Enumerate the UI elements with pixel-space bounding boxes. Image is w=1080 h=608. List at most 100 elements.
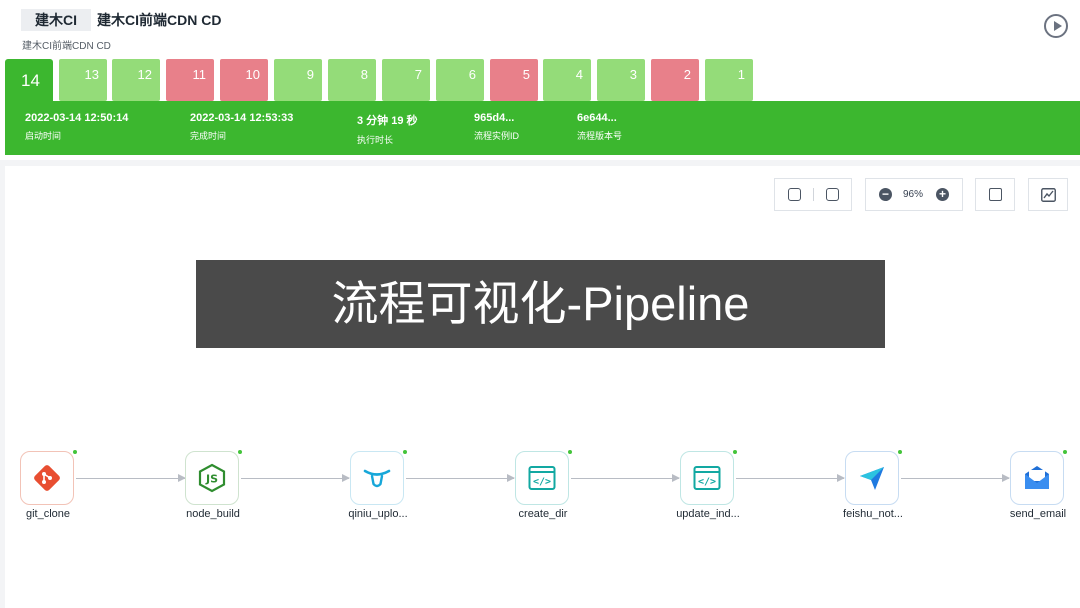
run-tab-4[interactable]: 4: [543, 59, 591, 101]
edge-6: [901, 474, 1010, 482]
node-send-email[interactable]: send_email: [1010, 450, 1067, 520]
email-icon: [1025, 466, 1049, 489]
edge-1: [76, 474, 186, 482]
node-status-dot: [733, 450, 737, 454]
edge-4: [571, 474, 680, 482]
pipeline-canvas[interactable]: [5, 166, 1080, 608]
run-number: 3: [629, 67, 637, 82]
run-tab-3[interactable]: 3: [597, 59, 645, 101]
start-time-label: 启动时间: [25, 131, 62, 141]
nodejs-icon: JS: [198, 463, 226, 493]
node-status-dot: [898, 450, 902, 454]
node-feishu-notify[interactable]: feishu_not...: [843, 450, 903, 520]
play-circle-icon[interactable]: [1044, 14, 1068, 38]
line-chart-icon: [1041, 188, 1056, 202]
node-status-dot: [568, 450, 572, 454]
node-status-dot: [238, 450, 242, 454]
project-name[interactable]: 建木CI: [21, 9, 91, 31]
svg-text:</>: </>: [698, 477, 716, 488]
run-tab-12[interactable]: 12: [112, 59, 160, 101]
run-tab-6[interactable]: 6: [436, 59, 484, 101]
run-number: 4: [575, 67, 583, 82]
end-time: 2022-03-14 12:53:33 完成时间: [190, 112, 293, 142]
git-icon: [34, 465, 60, 491]
run-tab-7[interactable]: 7: [382, 59, 430, 101]
run-number: 1: [737, 67, 745, 82]
edge-5: [736, 474, 845, 482]
end-time-label: 完成时间: [190, 131, 227, 141]
run-tab-10[interactable]: 10: [220, 59, 268, 101]
paper-plane-icon: [860, 467, 884, 490]
version-id-label: 流程版本号: [577, 131, 623, 141]
log-button[interactable]: [975, 178, 1015, 211]
header: 建木CI 建木CI前端CDN CD 建木CI前端CDN CD 14 13 12 …: [0, 0, 1080, 160]
zoom-level: 96%: [903, 189, 924, 200]
start-time-value: 2022-03-14 12:50:14: [25, 112, 129, 124]
run-tab-11[interactable]: 11: [166, 59, 214, 101]
run-number: 7: [414, 67, 422, 82]
node-node-build[interactable]: JS node_build: [185, 450, 242, 520]
node-status-dot: [73, 450, 77, 454]
node-status-dot: [403, 450, 407, 454]
node-label: send_email: [1009, 508, 1067, 520]
end-time-value: 2022-03-14 12:53:33: [190, 112, 294, 124]
node-create-dir[interactable]: </> create_dir: [515, 450, 572, 520]
overlay-banner: 流程可视化-Pipeline: [196, 260, 885, 348]
svg-text:JS: JS: [205, 473, 218, 486]
toolbar-divider: [813, 188, 814, 201]
duration: 3 分钟 19 秒 执行时长: [357, 112, 418, 146]
node-status-dot: [1063, 450, 1067, 454]
fit-screen-icon[interactable]: [788, 188, 801, 201]
view-toolbar: [774, 178, 852, 211]
run-number: 6: [468, 67, 476, 82]
run-number: 11: [192, 67, 207, 82]
run-number: 10: [245, 67, 260, 82]
plus-circle-icon[interactable]: +: [936, 188, 949, 201]
svg-text:</>: </>: [533, 477, 551, 488]
pipeline-name: 建木CI前端CDN CD: [97, 12, 222, 28]
pipeline-subtitle: 建木CI前端CDN CD: [22, 41, 111, 52]
run-number: 8: [360, 67, 368, 82]
minus-circle-icon[interactable]: −: [879, 188, 892, 201]
document-icon: [989, 188, 1002, 201]
run-tab-13[interactable]: 13: [59, 59, 107, 101]
chart-button[interactable]: [1028, 178, 1068, 211]
node-update-index[interactable]: </> update_ind...: [676, 450, 740, 520]
edge-2: [241, 474, 350, 482]
run-number: 9: [306, 67, 314, 82]
instance-id-value[interactable]: 965d4...: [474, 112, 519, 124]
run-tab-8[interactable]: 8: [328, 59, 376, 101]
run-number: 13: [84, 67, 99, 82]
run-tab-2[interactable]: 2: [651, 59, 699, 101]
node-label: create_dir: [518, 508, 568, 520]
version-id-value[interactable]: 6e644...: [577, 112, 622, 124]
start-time: 2022-03-14 12:50:14 启动时间: [25, 112, 128, 142]
duration-value: 3 分钟 19 秒: [357, 115, 418, 127]
run-tab-1[interactable]: 1: [705, 59, 753, 101]
node-label: qiniu_uplo...: [348, 508, 408, 520]
code-window-icon: </>: [528, 466, 556, 490]
run-number: 12: [137, 67, 152, 82]
edge-3: [406, 474, 515, 482]
run-tab-14[interactable]: 14: [5, 59, 53, 103]
node-label: git_clone: [25, 508, 71, 520]
qiniu-icon: [363, 469, 391, 488]
run-tab-9[interactable]: 9: [274, 59, 322, 101]
run-number: 5: [522, 67, 530, 82]
node-qiniu-upload[interactable]: qiniu_uplo...: [348, 450, 408, 520]
run-details-bar: 2022-03-14 12:50:14 启动时间 2022-03-14 12:5…: [5, 101, 1080, 155]
code-window-icon: </>: [693, 466, 721, 490]
node-label: node_build: [186, 508, 240, 520]
run-number: 14: [21, 71, 40, 90]
duration-label: 执行时长: [357, 135, 394, 145]
run-tab-5[interactable]: 5: [490, 59, 538, 101]
node-git-clone[interactable]: git_clone: [20, 450, 77, 520]
instance-id: 965d4... 流程实例ID: [474, 112, 519, 142]
version-id: 6e644... 流程版本号: [577, 112, 622, 142]
node-label: feishu_not...: [843, 508, 903, 520]
instance-id-label: 流程实例ID: [474, 131, 520, 141]
zoom-toolbar: − 96% +: [865, 178, 963, 211]
node-label: update_ind...: [676, 508, 740, 520]
focus-center-icon[interactable]: [826, 188, 839, 201]
run-number: 2: [683, 67, 691, 82]
